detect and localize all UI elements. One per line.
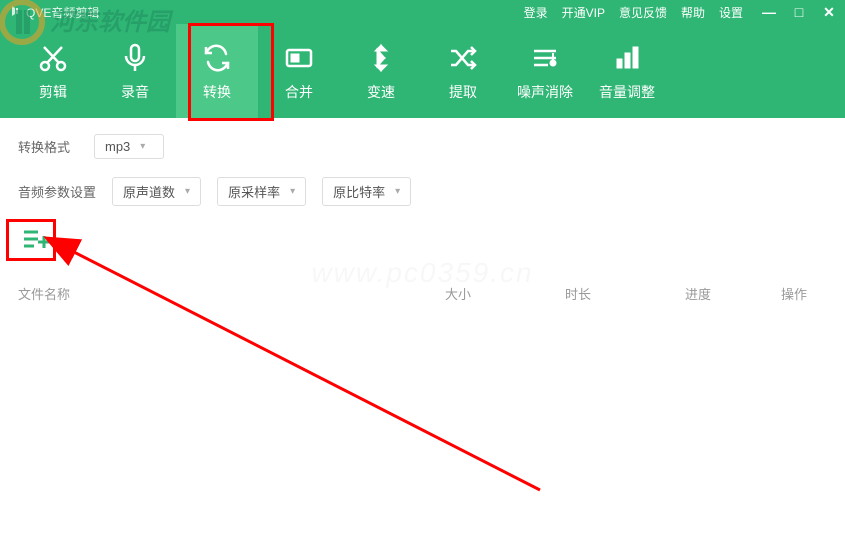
table-header: 文件名称 大小 时长 进度 操作	[18, 276, 827, 311]
shuffle-icon	[446, 40, 480, 76]
bitrate-select[interactable]: 原比特率 ▾	[322, 177, 411, 206]
format-select[interactable]: mp3 ▾	[94, 134, 164, 159]
tool-record[interactable]: 录音	[94, 24, 176, 118]
vip-link[interactable]: 开通VIP	[562, 4, 605, 21]
tool-speed[interactable]: 变速	[340, 24, 422, 118]
col-action: 操作	[758, 284, 827, 303]
tool-merge-label: 合并	[285, 82, 313, 102]
tool-edit[interactable]: 剪辑	[12, 24, 94, 118]
caret-icon: ▾	[140, 141, 145, 152]
app-icon	[8, 4, 22, 21]
col-progress: 进度	[638, 284, 758, 303]
tool-convert-label: 转换	[203, 82, 231, 102]
tool-merge[interactable]: 合并	[258, 24, 340, 118]
caret-icon: ▾	[185, 186, 190, 197]
tool-record-label: 录音	[121, 82, 149, 102]
scissors-icon	[36, 40, 70, 76]
app-title: QVE音频剪辑	[26, 4, 99, 21]
channels-select[interactable]: 原声道数 ▾	[112, 177, 201, 206]
tool-volume-label: 音量调整	[599, 82, 655, 102]
col-duration: 时长	[518, 284, 638, 303]
close-button[interactable]: ✕	[821, 4, 837, 21]
caret-icon: ▾	[395, 186, 400, 197]
samplerate-select[interactable]: 原采样率 ▾	[217, 177, 306, 206]
tool-convert[interactable]: 转换	[176, 24, 258, 118]
bitrate-value: 原比特率	[333, 182, 385, 201]
col-filename: 文件名称	[18, 284, 398, 303]
channels-value: 原声道数	[123, 182, 175, 201]
audio-params-label: 音频参数设置	[18, 182, 96, 201]
format-value: mp3	[105, 139, 130, 154]
microphone-icon	[118, 40, 152, 76]
samplerate-value: 原采样率	[228, 182, 280, 201]
settings-link[interactable]: 设置	[719, 4, 743, 21]
tool-denoise-label: 噪声消除	[517, 82, 573, 102]
caret-icon: ▾	[290, 186, 295, 197]
feedback-link[interactable]: 意见反馈	[619, 4, 667, 21]
denoise-icon	[528, 40, 562, 76]
add-file-button[interactable]	[18, 224, 56, 254]
tool-denoise[interactable]: 噪声消除	[504, 24, 586, 118]
help-link[interactable]: 帮助	[681, 4, 705, 21]
convert-icon	[200, 40, 234, 76]
maximize-button[interactable]: □	[791, 4, 807, 21]
tool-speed-label: 变速	[367, 82, 395, 102]
speed-icon	[364, 40, 398, 76]
volume-icon	[610, 40, 644, 76]
format-label: 转换格式	[18, 137, 78, 156]
merge-icon	[282, 40, 316, 76]
login-link[interactable]: 登录	[524, 4, 548, 21]
tool-extract[interactable]: 提取	[422, 24, 504, 118]
tool-edit-label: 剪辑	[39, 82, 67, 102]
minimize-button[interactable]: —	[761, 4, 777, 21]
col-size: 大小	[398, 284, 518, 303]
tool-volume[interactable]: 音量调整	[586, 24, 668, 118]
tool-extract-label: 提取	[449, 82, 477, 102]
